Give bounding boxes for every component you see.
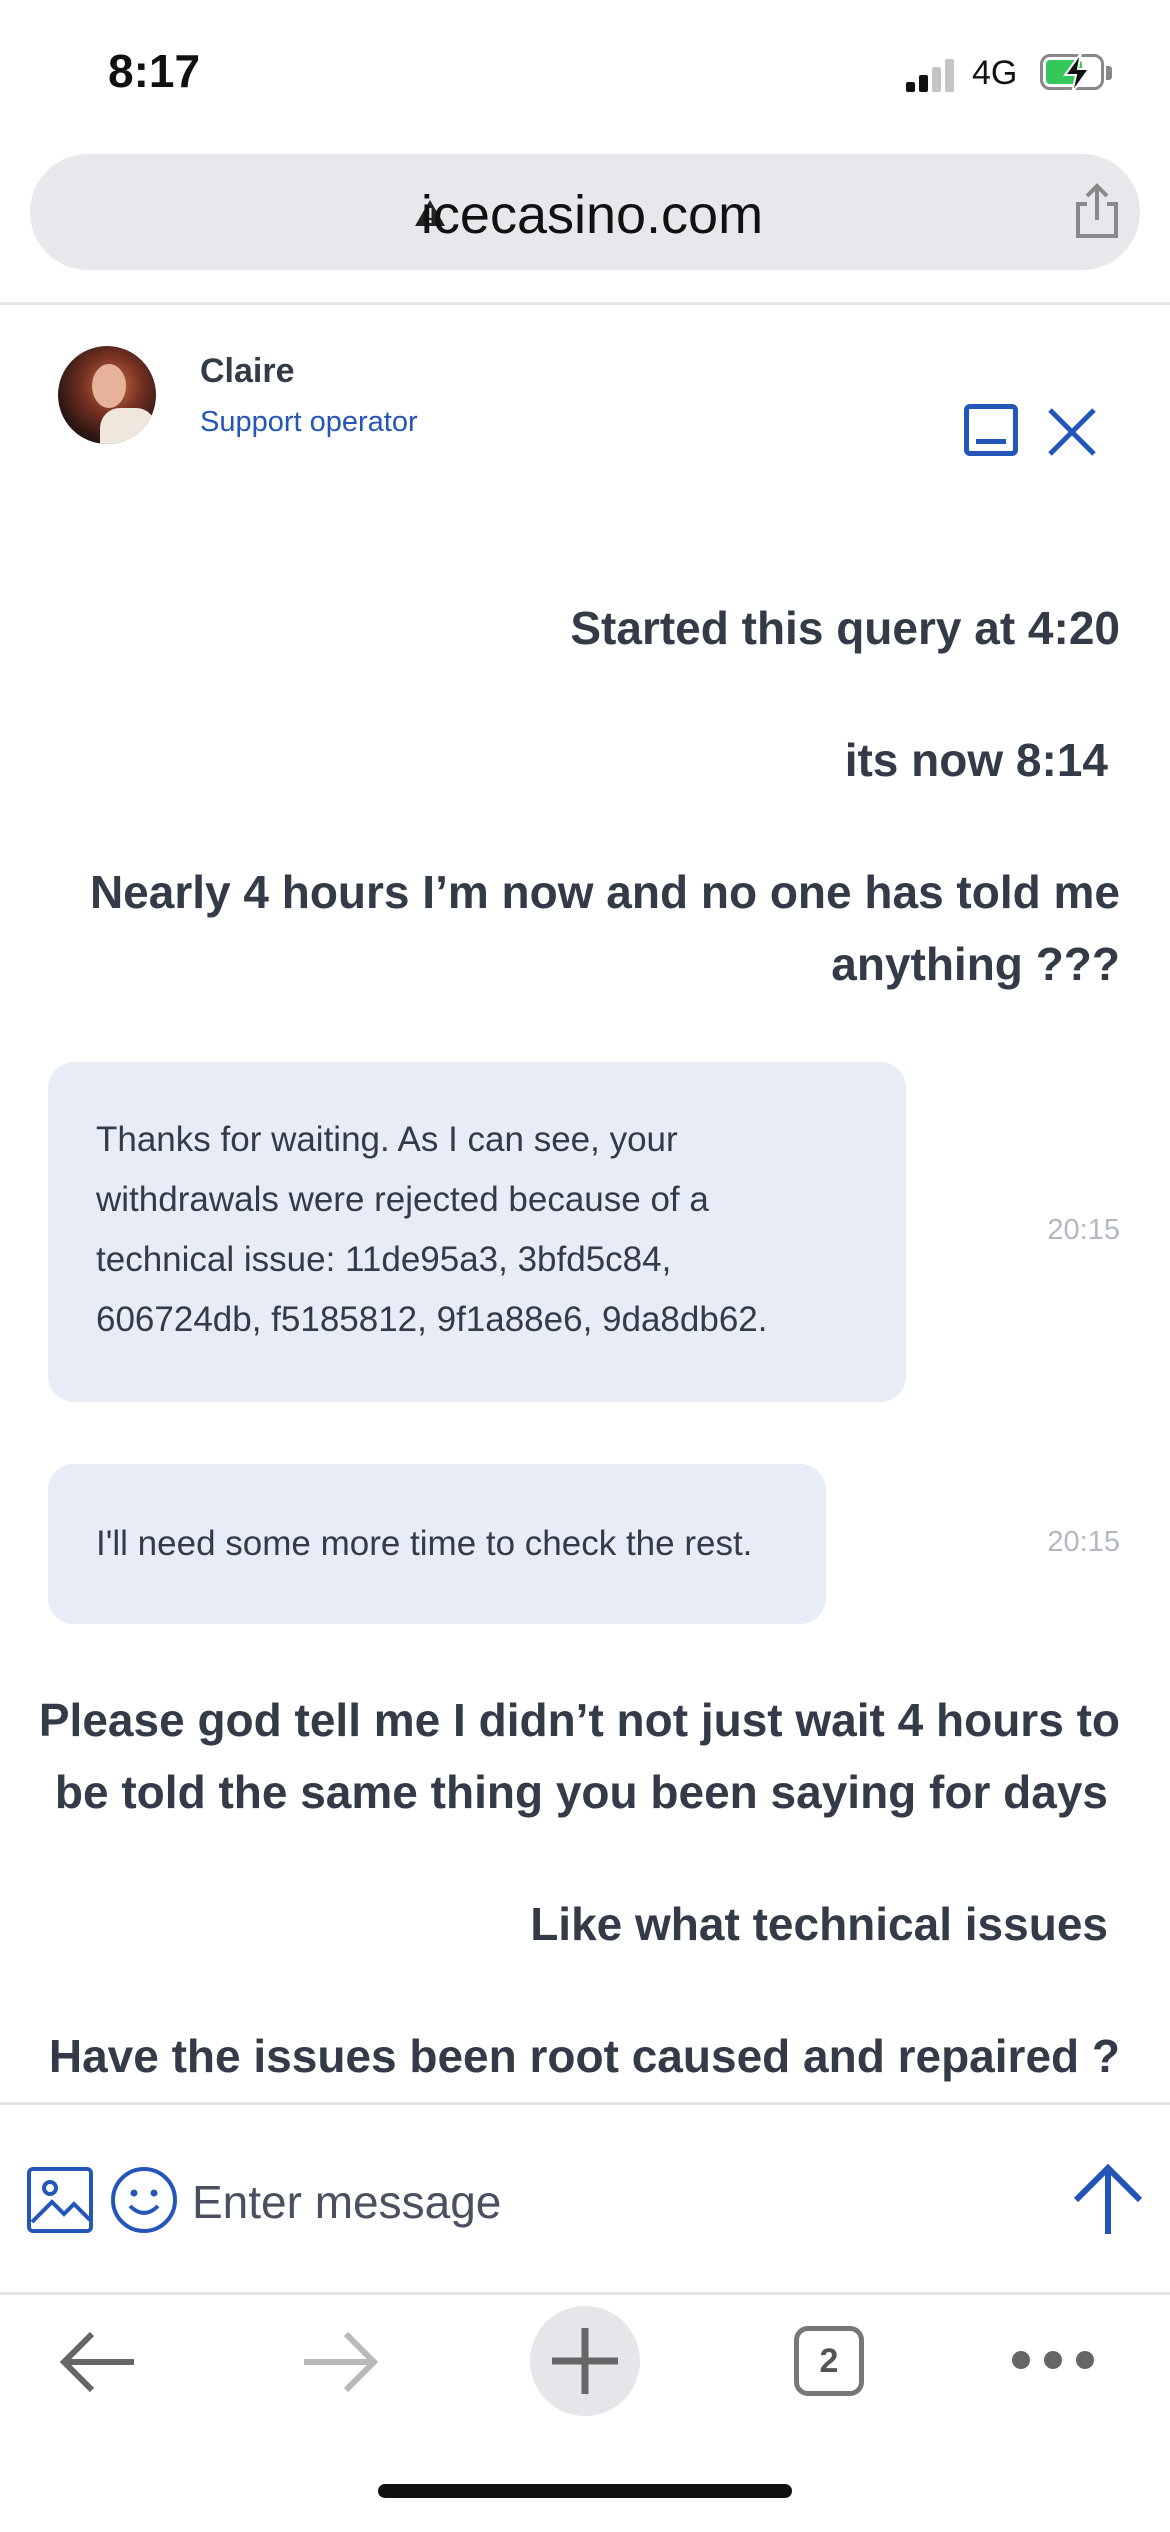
share-icon[interactable] [1070,182,1124,240]
battery-icon [1040,52,1104,94]
operator-message: Thanks for waiting. As I can see, your w… [48,1062,906,1402]
user-message: Like what technical issues [530,1898,1108,1950]
divider [0,2102,1170,2105]
emoji-icon[interactable] [110,2166,178,2234]
agent-avatar [58,346,156,444]
message-line: 606724db, f5185812, 9f1a88e6, 9da8db62. [96,1300,768,1339]
plus-icon [552,2328,618,2394]
url-text: icecasino.com [420,185,764,245]
back-arrow-icon[interactable] [56,2320,140,2404]
address-bar[interactable]: icecasino.com [30,154,1140,270]
status-time: 8:17 [108,45,201,97]
tabs-button[interactable]: 2 [794,2326,864,2396]
forward-arrow-icon[interactable] [298,2320,382,2404]
message-input[interactable] [192,2170,1032,2234]
home-indicator [378,2484,792,2498]
signal-icon [906,58,958,92]
agent-name: Claire [200,352,295,390]
divider [0,2292,1170,2295]
new-tab-button[interactable] [530,2306,640,2416]
close-icon[interactable] [1044,404,1100,460]
agent-role: Support operator [200,406,418,438]
message-line: Thanks for waiting. As I can see, your [96,1120,678,1159]
battery-cap [1106,66,1112,80]
message-time: 20:15 [1047,1526,1120,1558]
user-message: Nearly 4 hours I’m now and no one has to… [90,856,1120,1000]
user-message: its now 8:14 [844,734,1108,786]
message-line: Please god tell me I didn’t not just wai… [38,1694,1120,1746]
more-icon[interactable] [1008,2344,1098,2376]
image-upload-icon[interactable] [26,2166,94,2234]
message-line: Nearly 4 hours I’m now and no one has to… [89,866,1120,918]
status-bar: 8:17 4G [0,0,1170,150]
minimize-button[interactable] [964,404,1018,456]
message-line: technical issue: 11de95a3, 3bfd5c84, [96,1240,672,1279]
message-line: anything ??? [831,938,1120,990]
message-line: I'll need some more time to check the re… [96,1524,753,1563]
network-type: 4G [972,54,1018,92]
message-time: 20:15 [1047,1214,1120,1246]
message-line: be told the same thing you been saying f… [54,1766,1108,1818]
operator-message: I'll need some more time to check the re… [48,1464,826,1624]
user-message: Please god tell me I didn’t not just wai… [39,1684,1120,1828]
user-message: Started this query at 4:20 [570,602,1120,654]
user-message: Have the issues been root caused and rep… [48,2030,1120,2082]
divider [0,302,1170,305]
message-line: withdrawals were rejected because of a [96,1180,709,1219]
send-icon[interactable] [1070,2162,1146,2238]
